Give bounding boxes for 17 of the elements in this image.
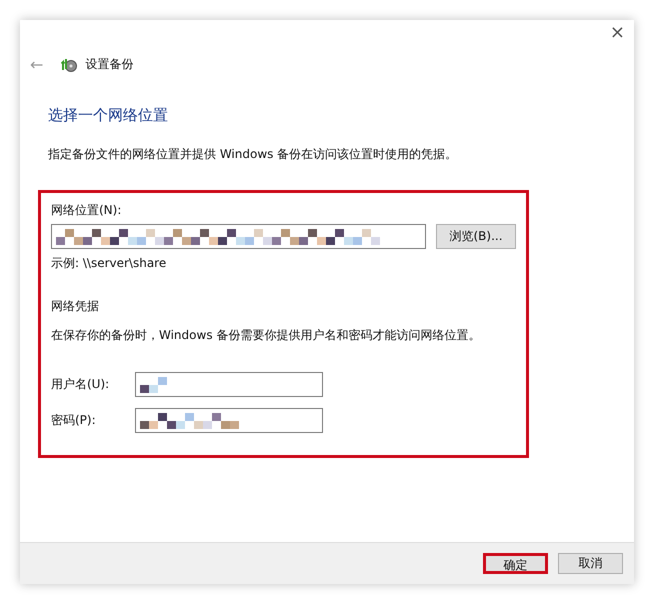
input-field[interactable] bbox=[135, 372, 323, 397]
example-text: 示例: \\server\share bbox=[51, 255, 168, 272]
input-field[interactable] bbox=[51, 224, 426, 249]
input-field[interactable] bbox=[135, 408, 323, 433]
browse-button[interactable]: 浏览(B)... bbox=[436, 224, 516, 249]
field-label: 密码(P): bbox=[51, 412, 97, 429]
cancel-button[interactable]: 取消 bbox=[558, 553, 623, 574]
field-label: 用户名(U): bbox=[51, 376, 110, 393]
field-label: 网络位置(N): bbox=[51, 202, 122, 218]
section-heading: 网络凭据 bbox=[51, 298, 100, 315]
description-text: 指定备份文件的网络位置并提供 Windows 备份在访问该位置时使用的凭据。 bbox=[48, 146, 458, 163]
ok-button[interactable]: 确定 bbox=[483, 553, 548, 574]
window-title: 设置备份 bbox=[85, 56, 134, 72]
backup-icon bbox=[61, 56, 78, 72]
page-heading: 选择一个网络位置 bbox=[48, 106, 169, 125]
close-button[interactable]: × bbox=[600, 22, 634, 44]
credentials-note: 在保存你的备份时，Windows 备份需要你提供用户名和密码才能访问网络位置。 bbox=[51, 327, 482, 344]
